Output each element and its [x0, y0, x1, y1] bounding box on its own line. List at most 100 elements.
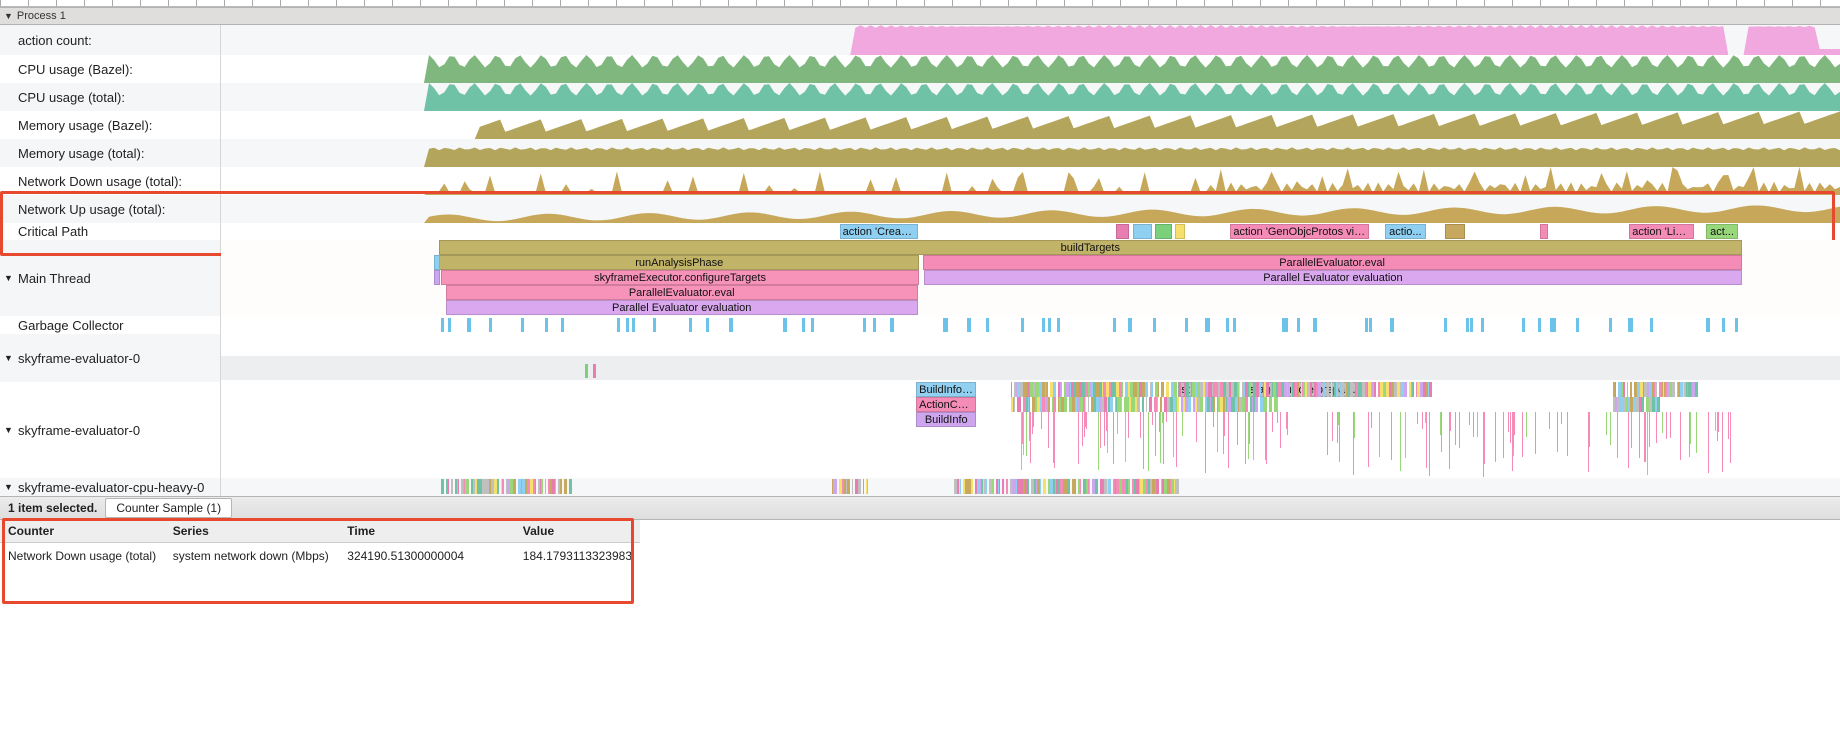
- gc-tick[interactable]: [706, 318, 709, 332]
- track-label-mem_total[interactable]: ▼Memory usage (total):: [0, 139, 221, 167]
- slice[interactable]: action 'Creatin...: [840, 224, 918, 239]
- gc-tick[interactable]: [890, 318, 893, 332]
- slice[interactable]: [1175, 224, 1185, 239]
- gc-tick[interactable]: [1470, 318, 1473, 332]
- gc-tick[interactable]: [1576, 318, 1579, 332]
- slice[interactable]: [434, 255, 440, 270]
- gc-tick[interactable]: [1129, 318, 1132, 332]
- time-ruler[interactable]: [0, 0, 1840, 7]
- track-label-gc[interactable]: ▼Garbage Collector: [0, 316, 221, 334]
- gc-tick[interactable]: [545, 318, 548, 332]
- track-net_up[interactable]: [221, 195, 1840, 223]
- slice[interactable]: ParallelEvaluator.eval: [446, 285, 918, 300]
- col-counter[interactable]: Counter: [0, 520, 165, 543]
- gc-tick[interactable]: [1369, 318, 1372, 332]
- gc-tick[interactable]: [1365, 318, 1368, 332]
- track-label-critical-path[interactable]: ▼Critical Path: [0, 223, 221, 240]
- slice[interactable]: act...: [1706, 224, 1739, 239]
- gc-tick[interactable]: [811, 318, 814, 332]
- gc-tick[interactable]: [1538, 318, 1541, 332]
- track-net_down[interactable]: [221, 167, 1840, 195]
- gc-tick[interactable]: [1390, 318, 1393, 332]
- track-cpu_total[interactable]: [221, 83, 1840, 111]
- gc-tick[interactable]: [873, 318, 876, 332]
- gc-tick[interactable]: [1609, 318, 1612, 332]
- gc-tick[interactable]: [783, 318, 786, 332]
- track-sky-cpu[interactable]: [221, 478, 1840, 496]
- slice[interactable]: [1445, 224, 1465, 239]
- track-label-sky0b[interactable]: ▼ skyframe-evaluator-0: [0, 382, 221, 478]
- gc-tick[interactable]: [1226, 318, 1229, 332]
- slice[interactable]: [1540, 224, 1548, 239]
- gc-tick[interactable]: [521, 318, 524, 332]
- track-label-cpu_bazel[interactable]: ▼CPU usage (Bazel):: [0, 55, 221, 83]
- track-cpu_bazel[interactable]: [221, 55, 1840, 83]
- slice[interactable]: action 'GenObjcProtos video/...: [1230, 224, 1368, 239]
- gc-tick[interactable]: [863, 318, 866, 332]
- tab-counter-sample[interactable]: Counter Sample (1): [105, 498, 232, 518]
- gc-tick[interactable]: [617, 318, 620, 332]
- slice[interactable]: BuildInfo ...: [916, 382, 976, 397]
- track-critical-path[interactable]: action 'Creatin... action 'GenObjcProtos …: [221, 223, 1840, 240]
- gc-tick[interactable]: [1153, 318, 1156, 332]
- barcode[interactable]: [1613, 397, 1743, 412]
- track-label-sky-cpu[interactable]: ▼ skyframe-evaluator-cpu-heavy-0: [0, 478, 221, 496]
- barcode[interactable]: [832, 479, 930, 494]
- gc-tick[interactable]: [467, 318, 470, 332]
- gc-tick[interactable]: [441, 318, 444, 332]
- gc-tick[interactable]: [1553, 318, 1556, 332]
- gc-tick[interactable]: [489, 318, 492, 332]
- gc-tick[interactable]: [945, 318, 948, 332]
- slice[interactable]: ActionConti...: [916, 397, 976, 412]
- track-label-main-thread[interactable]: ▼ Main Thread: [0, 240, 221, 316]
- track-label-mem_bazel[interactable]: ▼Memory usage (Bazel):: [0, 111, 221, 139]
- slice[interactable]: [1155, 224, 1171, 239]
- track-action_count[interactable]: [221, 25, 1840, 55]
- gc-tick[interactable]: [689, 318, 692, 332]
- track-mem_total[interactable]: [221, 139, 1840, 167]
- slice[interactable]: ParallelEvaluator.eval: [923, 255, 1742, 270]
- gc-tick[interactable]: [1233, 318, 1236, 332]
- track-label-net_down[interactable]: ▼Network Down usage (total):: [0, 167, 221, 195]
- gc-tick[interactable]: [1185, 318, 1188, 332]
- gc-tick[interactable]: [626, 318, 629, 332]
- gc-tick[interactable]: [1048, 318, 1051, 332]
- barcode[interactable]: [1011, 382, 1597, 397]
- gc-tick[interactable]: [1205, 318, 1208, 332]
- process-header[interactable]: ▼ Process 1: [0, 7, 1840, 25]
- gc-tick[interactable]: [1522, 318, 1525, 332]
- table-row[interactable]: Network Down usage (total) system networ…: [0, 543, 640, 570]
- gc-tick[interactable]: [1042, 318, 1045, 332]
- slice[interactable]: BuildInfo: [916, 412, 976, 427]
- gc-tick[interactable]: [802, 318, 805, 332]
- track-main-thread[interactable]: buildTargetsrunAnalysisPhase ParallelEval…: [221, 240, 1840, 316]
- gc-tick[interactable]: [1113, 318, 1116, 332]
- track-gc[interactable]: [221, 316, 1840, 334]
- track-sky0a[interactable]: [221, 334, 1840, 382]
- track-label-cpu_total[interactable]: ▼CPU usage (total):: [0, 83, 221, 111]
- gc-tick[interactable]: [1314, 318, 1317, 332]
- track-sky0b[interactable]: BuildInfo ...stag...stag...stage.remote.…: [221, 382, 1840, 478]
- slice[interactable]: [434, 270, 440, 285]
- slice[interactable]: actio...: [1385, 224, 1426, 239]
- gc-tick[interactable]: [653, 318, 656, 332]
- gc-tick[interactable]: [1628, 318, 1631, 332]
- barcode[interactable]: [954, 479, 1752, 494]
- gc-tick[interactable]: [730, 318, 733, 332]
- col-series[interactable]: Series: [165, 520, 340, 543]
- gc-tick[interactable]: [1297, 318, 1300, 332]
- slice[interactable]: Parallel Evaluator evaluation: [446, 300, 918, 315]
- gc-tick[interactable]: [1481, 318, 1484, 332]
- gc-tick[interactable]: [561, 318, 564, 332]
- slice[interactable]: skyframeExecutor.configureTargets: [441, 270, 920, 285]
- slice[interactable]: [1133, 224, 1153, 239]
- track-label-sky0a[interactable]: ▼ skyframe-evaluator-0: [0, 334, 221, 382]
- col-value[interactable]: Value: [515, 520, 640, 543]
- barcode[interactable]: [1613, 382, 1743, 397]
- slice[interactable]: [1116, 224, 1129, 239]
- slice[interactable]: runAnalysisPhase: [439, 255, 919, 270]
- gc-tick[interactable]: [1021, 318, 1024, 332]
- barcode[interactable]: [441, 479, 750, 494]
- gc-tick[interactable]: [448, 318, 451, 332]
- slice[interactable]: buildTargets: [439, 240, 1741, 255]
